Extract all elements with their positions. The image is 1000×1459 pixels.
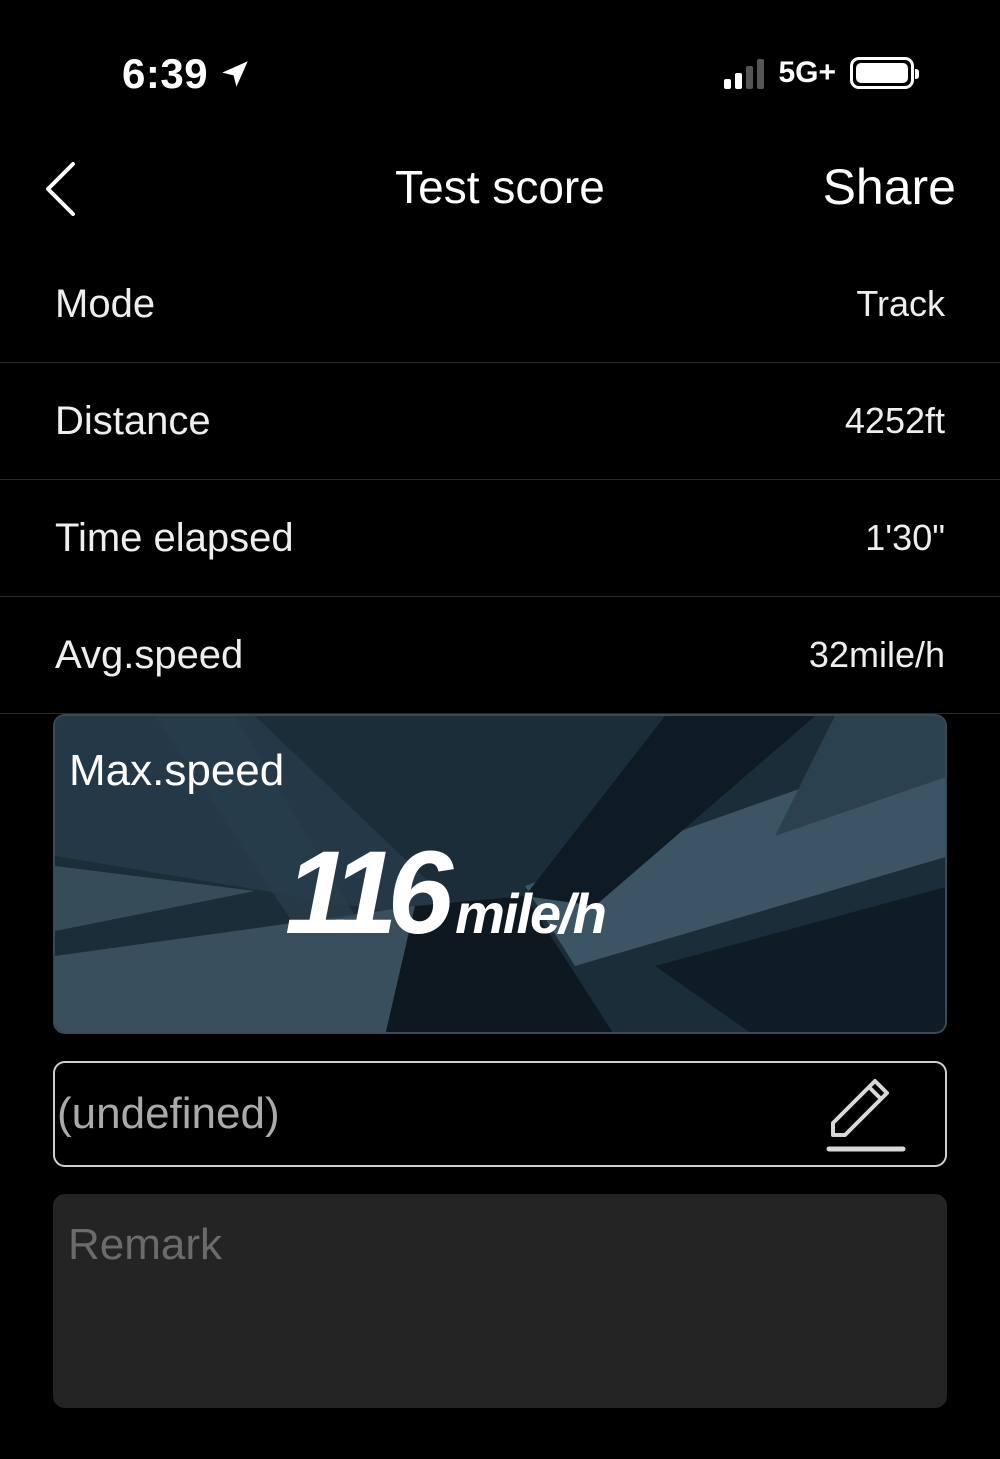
edit-pencil-icon[interactable] xyxy=(825,1075,907,1157)
max-speed-display: 116 mile/h xyxy=(285,827,607,959)
stat-row-mode: Mode Track xyxy=(0,246,1000,363)
cellular-signal-icon xyxy=(724,57,765,89)
stat-row-avg-speed: Avg.speed 32mile/h xyxy=(0,597,1000,714)
status-bar: 6:39 5G+ xyxy=(0,0,1000,140)
stat-value: Track xyxy=(856,283,945,324)
stat-label: Avg.speed xyxy=(55,632,244,677)
stat-value: 1'30" xyxy=(865,517,945,558)
share-button[interactable]: Share xyxy=(823,158,956,216)
stats-list: Mode Track Distance 4252ft Time elapsed … xyxy=(0,246,1000,714)
name-field-value: (undefined) xyxy=(57,1089,280,1138)
status-time: 6:39 xyxy=(122,50,252,98)
network-type: 5G+ xyxy=(778,56,836,89)
max-speed-card: Max.speed 116 mile/h xyxy=(53,714,947,1034)
stat-label: Mode xyxy=(55,281,156,326)
name-field[interactable]: (undefined) xyxy=(53,1061,947,1167)
remark-placeholder: Remark xyxy=(68,1220,223,1269)
max-speed-label: Max.speed xyxy=(69,746,285,795)
stat-value: 32mile/h xyxy=(808,634,945,675)
stat-label: Distance xyxy=(55,398,211,443)
status-time-text: 6:39 xyxy=(122,50,209,97)
max-speed-value: 116 xyxy=(285,827,453,959)
stat-label: Time elapsed xyxy=(55,515,294,560)
status-indicators: 5G+ xyxy=(724,56,919,90)
stat-value: 4252ft xyxy=(844,400,945,441)
battery-icon xyxy=(850,57,919,89)
nav-bar: Test score Share xyxy=(0,140,1000,240)
stat-row-distance: Distance 4252ft xyxy=(0,363,1000,480)
remark-textarea[interactable]: Remark xyxy=(53,1194,947,1408)
stat-row-time-elapsed: Time elapsed 1'30" xyxy=(0,480,1000,597)
location-arrow-icon xyxy=(222,61,248,87)
max-speed-unit: mile/h xyxy=(455,882,607,945)
